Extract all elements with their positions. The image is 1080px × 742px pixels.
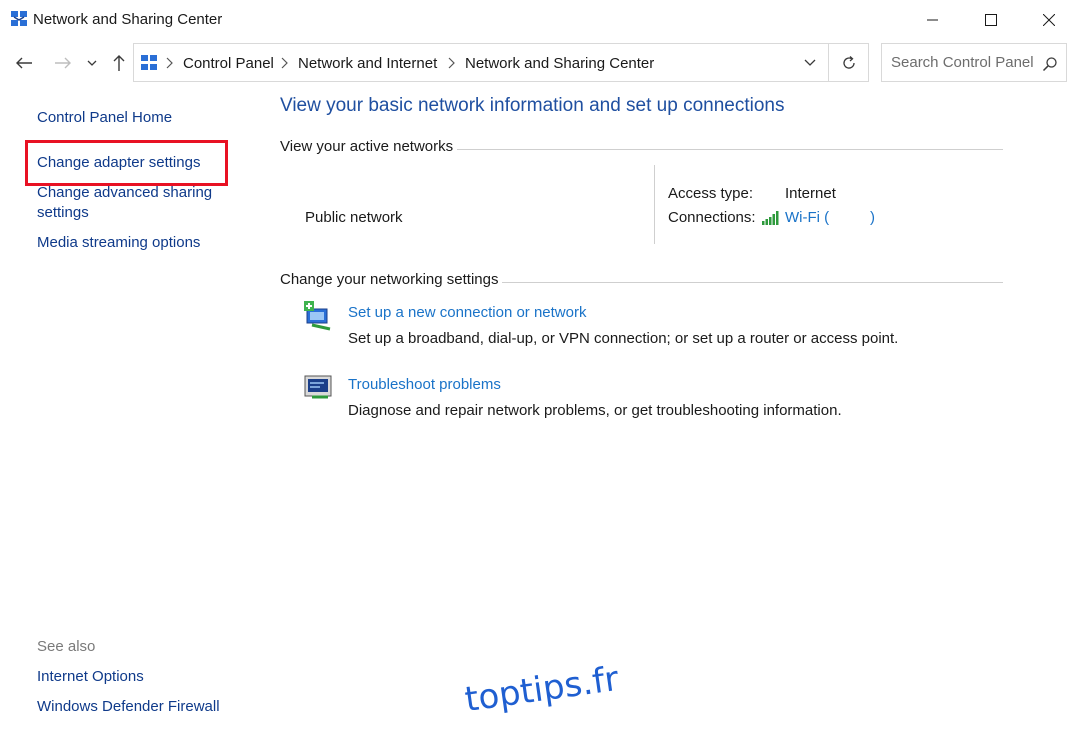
back-button[interactable] — [11, 49, 37, 77]
up-button[interactable] — [106, 49, 132, 77]
networking-settings-heading: Change your networking settings — [280, 271, 499, 288]
chevron-down-icon — [87, 60, 97, 66]
wifi-connection-link-end[interactable]: ) — [870, 209, 875, 226]
search-box[interactable] — [881, 43, 1067, 82]
navigation-bar: Control Panel Network and Internet Netwo… — [0, 43, 1080, 83]
refresh-icon — [842, 55, 855, 69]
close-icon — [1043, 14, 1055, 26]
chevron-down-icon — [804, 59, 816, 66]
new-connection-icon[interactable] — [304, 301, 334, 331]
change-advanced-sharing-link-line2[interactable]: settings — [37, 203, 89, 223]
setup-connection-description: Set up a broadband, dial-up, or VPN conn… — [348, 330, 899, 347]
control-panel-home-link[interactable]: Control Panel Home — [37, 108, 172, 128]
vertical-divider — [654, 165, 655, 244]
media-streaming-options-link[interactable]: Media streaming options — [37, 233, 200, 253]
page-title: View your basic network information and … — [280, 95, 785, 116]
troubleshoot-problems-link[interactable]: Troubleshoot problems — [348, 376, 501, 393]
access-type-label: Access type: — [668, 185, 754, 202]
arrow-right-icon — [55, 57, 71, 69]
change-adapter-settings-link[interactable]: Change adapter settings — [37, 153, 200, 173]
breadcrumb-network-and-internet[interactable]: Network and Internet — [298, 55, 437, 72]
network-center-icon — [11, 11, 27, 26]
watermark-text: toptips.fr — [462, 658, 622, 720]
close-button[interactable] — [1020, 0, 1078, 40]
active-networks-heading: View your active networks — [280, 138, 454, 155]
network-name: Public network — [305, 209, 403, 226]
maximize-button[interactable] — [962, 0, 1020, 40]
change-advanced-sharing-link[interactable]: Change advanced sharing — [37, 183, 212, 203]
section-divider — [502, 282, 1003, 283]
minimize-icon — [927, 19, 938, 21]
window-title: Network and Sharing Center — [33, 11, 223, 28]
setup-connection-link[interactable]: Set up a new connection or network — [348, 304, 586, 321]
search-icon[interactable] — [1042, 56, 1058, 72]
forward-button[interactable] — [50, 49, 76, 77]
arrow-up-icon — [113, 55, 125, 71]
windows-defender-firewall-link[interactable]: Windows Defender Firewall — [37, 697, 220, 717]
section-divider — [457, 149, 1003, 150]
wifi-signal-icon — [762, 211, 779, 225]
breadcrumb-separator-icon[interactable] — [447, 56, 457, 70]
control-panel-icon — [141, 55, 157, 70]
troubleshoot-description: Diagnose and repair network problems, or… — [348, 402, 842, 419]
breadcrumb-network-and-sharing-center[interactable]: Network and Sharing Center — [465, 55, 654, 72]
address-dropdown-button[interactable] — [792, 44, 828, 81]
address-bar[interactable]: Control Panel Network and Internet Netwo… — [133, 43, 869, 82]
arrow-left-icon — [16, 57, 32, 69]
breadcrumb-control-panel[interactable]: Control Panel — [183, 55, 274, 72]
connections-label: Connections: — [668, 209, 756, 226]
troubleshoot-icon[interactable] — [304, 373, 334, 403]
internet-options-link[interactable]: Internet Options — [37, 667, 144, 687]
refresh-button[interactable] — [828, 44, 868, 81]
maximize-icon — [985, 14, 997, 26]
title-bar: Network and Sharing Center — [0, 0, 1080, 40]
breadcrumb-separator-icon — [166, 57, 173, 69]
see-also-label: See also — [37, 638, 96, 655]
wifi-connection-link[interactable]: Wi-Fi ( — [785, 209, 829, 226]
minimize-button[interactable] — [904, 0, 962, 40]
search-input[interactable] — [882, 44, 1038, 81]
access-type-value: Internet — [785, 185, 836, 202]
breadcrumb-separator-icon[interactable] — [280, 56, 290, 70]
recent-locations-button[interactable] — [81, 49, 103, 77]
